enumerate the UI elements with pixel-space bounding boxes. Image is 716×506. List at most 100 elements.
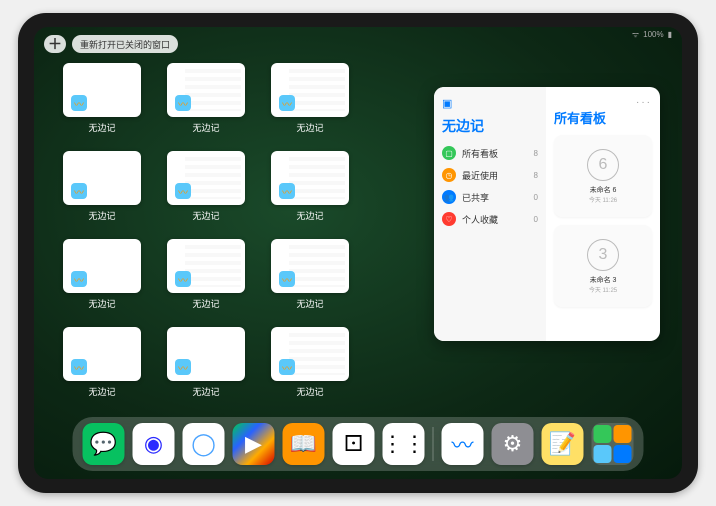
sidebar-item[interactable]: 👥 已共享 0: [442, 190, 538, 204]
board-thumbnail: 3: [587, 239, 619, 271]
board-name: 未命名 3: [590, 275, 617, 285]
dock-app-quark[interactable]: ◯: [183, 423, 225, 465]
dock-app-freeform[interactable]: 〰: [442, 423, 484, 465]
window-label: 无边记: [192, 209, 219, 222]
freeform-app-icon: 〰: [175, 359, 191, 375]
dock-app-quark-hd[interactable]: ◉: [133, 423, 175, 465]
battery-icon: ▮: [668, 30, 672, 39]
app-window[interactable]: 〰无边记: [60, 63, 144, 141]
top-controls: ＋ 重新打开已关闭的窗口: [44, 35, 178, 53]
sidebar-item[interactable]: ◷最近使用8: [442, 168, 538, 182]
new-window-button[interactable]: ＋: [44, 35, 66, 53]
reopen-closed-window-button[interactable]: 重新打开已关闭的窗口: [72, 35, 178, 53]
freeform-app-icon: 〰: [175, 95, 191, 111]
app-window[interactable]: 〰无边记: [60, 239, 144, 317]
window-thumbnail: 〰: [271, 327, 349, 381]
app-switcher-grid: 〰无边记〰无边记〰无边记〰无边记〰无边记〰无边记〰无边记〰无边记〰无边记〰无边记…: [60, 63, 352, 405]
app-window[interactable]: 〰无边记: [60, 151, 144, 229]
app-window[interactable]: 〰无边记: [164, 239, 248, 317]
window-thumbnail: 〰: [63, 151, 141, 205]
sidebar-item-icon: 👥: [442, 190, 456, 204]
app-window[interactable]: 〰无边记: [268, 63, 352, 141]
sidebar-item-label: 所有看板: [462, 147, 498, 160]
window-label: 无边记: [296, 209, 323, 222]
window-thumbnail: 〰: [271, 239, 349, 293]
freeform-app-icon: 〰: [279, 183, 295, 199]
dock-app-notes[interactable]: 📝: [542, 423, 584, 465]
sidebar-list: ▢所有看板8◷最近使用8👥已共享0♡个人收藏0: [442, 146, 538, 226]
app-window[interactable]: 〰无边记: [164, 327, 248, 405]
window-thumbnail: 〰: [63, 327, 141, 381]
wifi-icon: ᯤ: [632, 29, 639, 40]
freeform-app-icon: 〰: [279, 359, 295, 375]
window-label: 无边记: [296, 297, 323, 310]
freeform-app-icon: 〰: [71, 95, 87, 111]
status-bar: ᯤ 100% ▮: [632, 29, 672, 40]
app-window[interactable]: 〰无边记: [60, 327, 144, 405]
window-label: 无边记: [88, 385, 115, 398]
app-window[interactable]: 〰无边记: [164, 63, 248, 141]
dock-app-dice[interactable]: ⚀: [333, 423, 375, 465]
freeform-app-icon: 〰: [175, 271, 191, 287]
dock-app-library[interactable]: [592, 423, 634, 465]
dock-app-dots[interactable]: ⋮⋮: [383, 423, 425, 465]
sidebar-left: ▣ 无边记 ▢所有看板8◷最近使用8👥已共享0♡个人收藏0: [434, 87, 546, 341]
sidebar-item-count: 8: [534, 149, 538, 158]
mini-app-icon: [594, 425, 612, 443]
app-window[interactable]: 〰无边记: [164, 151, 248, 229]
window-thumbnail: 〰: [271, 151, 349, 205]
more-menu-button[interactable]: ···: [554, 97, 652, 108]
sidebar-app-icon: ▣: [442, 97, 452, 110]
window-thumbnail: 〰: [271, 63, 349, 117]
freeform-app-icon: 〰: [71, 183, 87, 199]
sidebar-item-count: 0: [534, 215, 538, 224]
dock-app-wechat[interactable]: 💬: [83, 423, 125, 465]
sidebar-title: 无边记: [442, 116, 538, 136]
app-window[interactable]: 〰无边记: [268, 151, 352, 229]
ipad-device-frame: ᯤ 100% ▮ ＋ 重新打开已关闭的窗口 〰无边记〰无边记〰无边记〰无边记〰无…: [18, 13, 698, 493]
sidebar-item-count: 0: [534, 193, 538, 202]
window-thumbnail: 〰: [167, 239, 245, 293]
sidebar-item-icon: ◷: [442, 168, 456, 182]
board-card[interactable]: 3 未命名 3今天 11:25: [554, 225, 652, 307]
freeform-app-icon: 〰: [175, 183, 191, 199]
freeform-app-icon: 〰: [279, 95, 295, 111]
mini-app-icon: [614, 425, 632, 443]
window-thumbnail: 〰: [63, 63, 141, 117]
sidebar-item[interactable]: ♡个人收藏0: [442, 212, 538, 226]
sidebar-item-label: 已共享: [462, 191, 489, 204]
board-date: 今天 11:26: [589, 195, 617, 204]
dock-app-play[interactable]: ▶: [233, 423, 275, 465]
freeform-app-icon: 〰: [71, 271, 87, 287]
dock: 💬◉◯▶📖⚀⋮⋮ 〰⚙📝: [73, 417, 644, 471]
sidebar-item[interactable]: ▢所有看板8: [442, 146, 538, 160]
freeform-app-icon: 〰: [71, 359, 87, 375]
window-label: 无边记: [192, 297, 219, 310]
board-date: 今天 11:25: [589, 285, 617, 294]
dock-separator: [433, 427, 434, 461]
app-window[interactable]: 〰无边记: [268, 239, 352, 317]
freeform-sidebar-panel: ▣ 无边记 ▢所有看板8◷最近使用8👥已共享0♡个人收藏0 ··· 所有看板 6…: [434, 87, 660, 341]
window-thumbnail: 〰: [63, 239, 141, 293]
window-thumbnail: 〰: [167, 327, 245, 381]
window-label: 无边记: [88, 297, 115, 310]
board-name: 未命名 6: [590, 185, 617, 195]
dock-app-settings[interactable]: ⚙: [492, 423, 534, 465]
ipad-screen: ᯤ 100% ▮ ＋ 重新打开已关闭的窗口 〰无边记〰无边记〰无边记〰无边记〰无…: [34, 27, 682, 479]
app-window[interactable]: 〰无边记: [268, 327, 352, 405]
board-thumbnail: 6: [587, 149, 619, 181]
sidebar-right: ··· 所有看板 6 未命名 6今天 11:26 3 未命名 3今天 11:25: [546, 87, 660, 341]
boards-list: 6 未命名 6今天 11:26 3 未命名 3今天 11:25: [554, 135, 652, 315]
boards-section-title: 所有看板: [554, 108, 652, 127]
window-label: 无边记: [88, 209, 115, 222]
window-thumbnail: 〰: [167, 63, 245, 117]
window-label: 无边记: [296, 121, 323, 134]
mini-app-icon: [614, 445, 632, 463]
window-label: 无边记: [296, 385, 323, 398]
board-card[interactable]: 6 未命名 6今天 11:26: [554, 135, 652, 217]
window-label: 无边记: [192, 121, 219, 134]
window-label: 无边记: [88, 121, 115, 134]
mini-app-icon: [594, 445, 612, 463]
dock-app-books[interactable]: 📖: [283, 423, 325, 465]
sidebar-item-label: 最近使用: [462, 169, 498, 182]
